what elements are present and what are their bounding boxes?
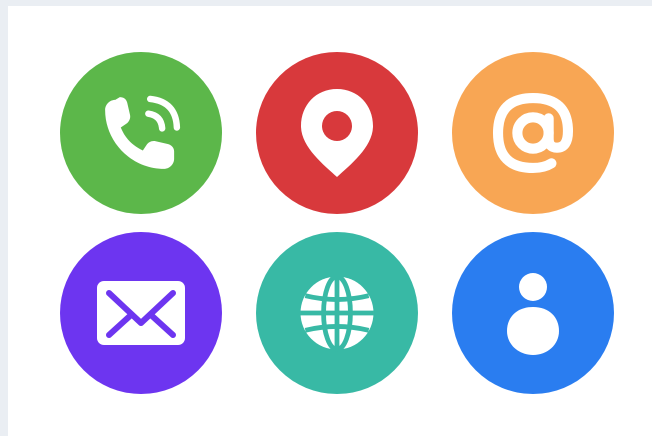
user-icon — [452, 232, 614, 394]
at-sign-icon — [452, 52, 614, 214]
phone-call-icon — [60, 52, 222, 214]
globe-icon — [256, 232, 418, 394]
location-pin-icon — [256, 52, 418, 214]
envelope-icon — [60, 232, 222, 394]
icon-panel — [8, 6, 652, 436]
